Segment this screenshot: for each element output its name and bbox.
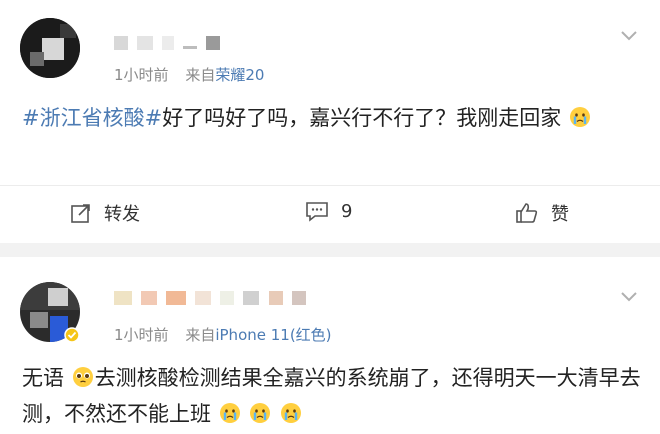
- post-time: 1小时前: [114, 66, 169, 84]
- post-card-1: 1小时前 来自荣耀20 #浙江省核酸#好了吗好了吗，嘉兴行不行了？我刚走回家 转…: [0, 0, 660, 243]
- source-device-link[interactable]: 荣耀20: [215, 66, 264, 84]
- post-card-2: 1小时前 来自iPhone 11(红色) 无语 去测核酸检测结果全嘉兴的系统崩了…: [0, 257, 660, 434]
- post-source: 来自荣耀20: [185, 66, 264, 84]
- repost-icon: [71, 204, 90, 223]
- post-body: #浙江省核酸#好了吗好了吗，嘉兴行不行了？我刚走回家: [22, 100, 642, 136]
- comment-icon: [306, 202, 328, 222]
- post-meta: 1小时前 来自荣耀20: [114, 64, 264, 85]
- comment-button[interactable]: 9: [305, 200, 352, 222]
- username-blurred[interactable]: [114, 32, 224, 50]
- thumbs-up-icon: [516, 203, 538, 223]
- chevron-down-icon[interactable]: [620, 287, 638, 305]
- post-text: 好了吗好了吗，嘉兴行不行了？我刚走回家: [162, 106, 562, 130]
- crying-face-icon: [569, 107, 590, 127]
- crying-face-icon: [250, 403, 271, 423]
- source-prefix: 来自: [185, 66, 216, 84]
- source-device-link[interactable]: iPhone 11(红色): [215, 326, 331, 344]
- comment-count: 9: [341, 200, 353, 222]
- like-button[interactable]: 赞: [515, 200, 569, 226]
- divider: [0, 185, 660, 186]
- topic-link[interactable]: #浙江省核酸#: [22, 106, 162, 130]
- crying-face-icon: [281, 403, 302, 423]
- verified-badge-icon: [64, 327, 80, 343]
- repost-button[interactable]: 转发: [70, 200, 140, 226]
- post-body: 无语 去测核酸检测结果全嘉兴的系统崩了，还得明天一大清早去测，不然还不能上班: [22, 360, 642, 432]
- post-separator: [0, 243, 660, 257]
- post-meta: 1小时前 来自iPhone 11(红色): [114, 324, 332, 345]
- crying-face-icon: [219, 403, 240, 423]
- post-text-part2: 去测核酸检测结果全嘉兴的系统崩了，还得明天一大清早去测，不然还不能上班: [22, 366, 641, 426]
- repost-label: 转发: [104, 204, 140, 225]
- post-source: 来自iPhone 11(红色): [185, 326, 331, 344]
- username-blurred[interactable]: [114, 287, 310, 305]
- source-prefix: 来自: [185, 326, 216, 344]
- avatar[interactable]: [20, 18, 80, 78]
- pleading-face-icon: [72, 367, 93, 387]
- post-text-part1: 无语: [22, 366, 64, 390]
- like-label: 赞: [551, 204, 569, 225]
- chevron-down-icon[interactable]: [620, 26, 638, 44]
- post-time: 1小时前: [114, 326, 169, 344]
